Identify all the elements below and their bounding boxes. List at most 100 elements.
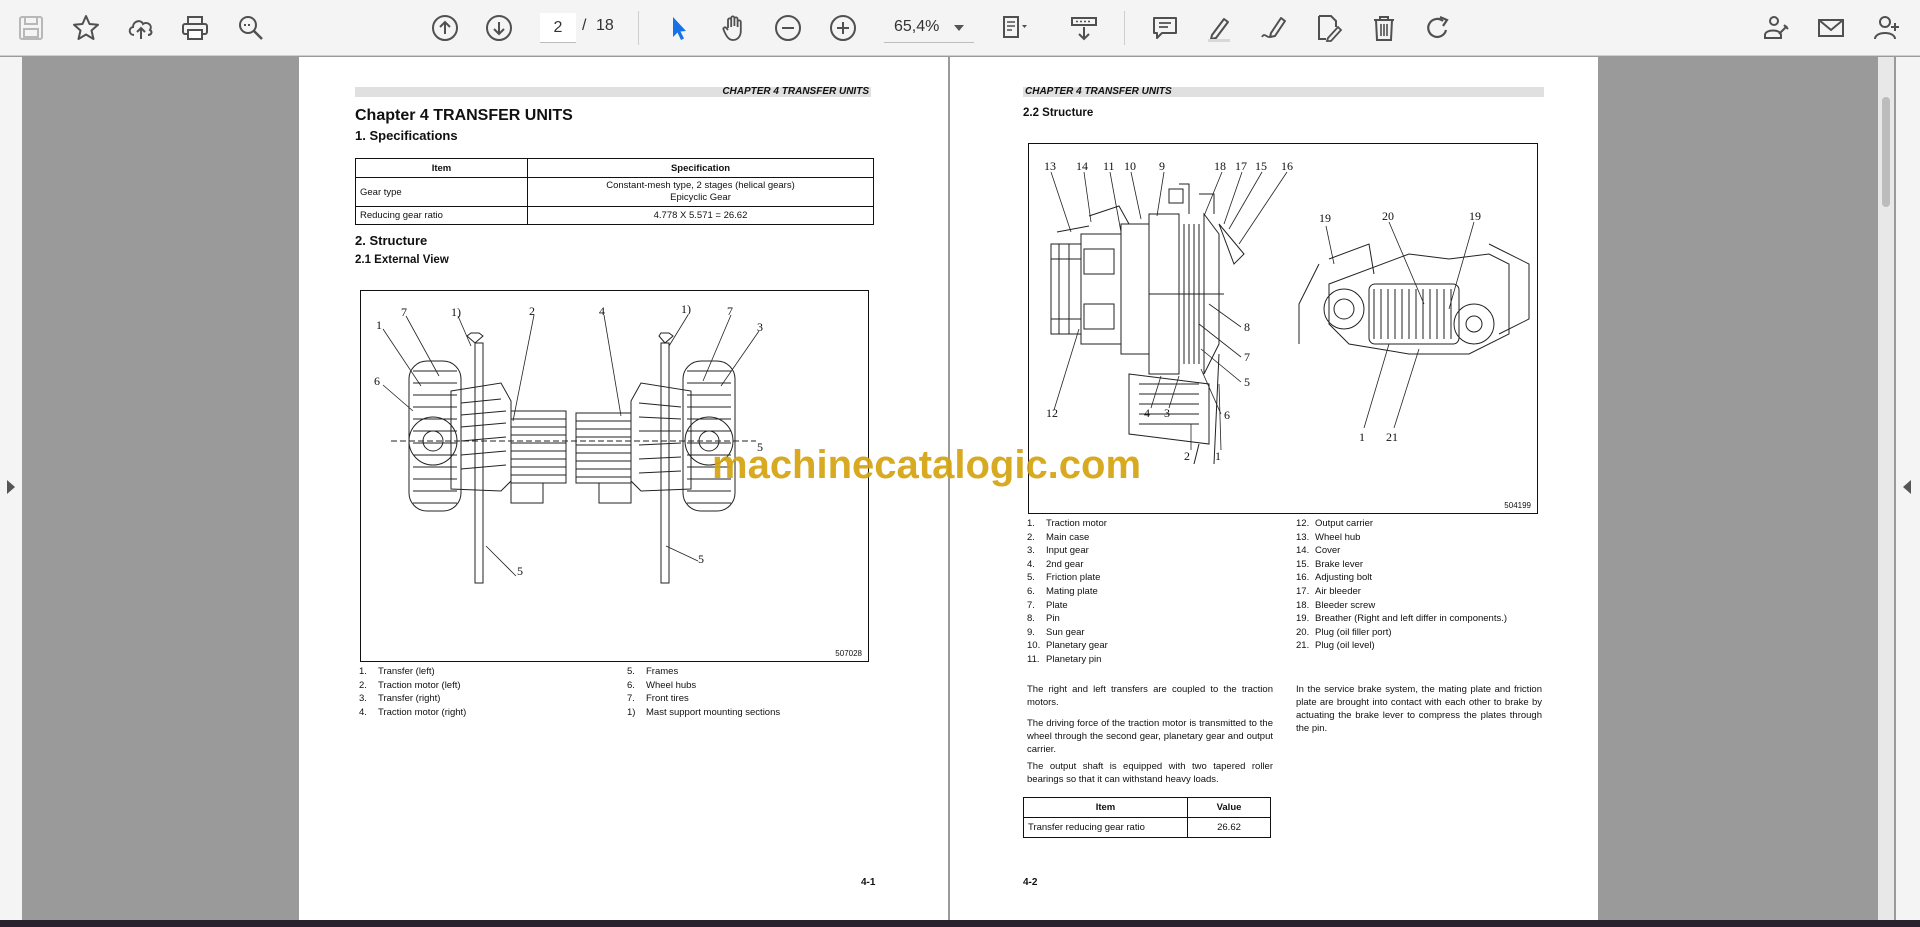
section-heading: 2. Structure: [355, 233, 428, 248]
toolbar-divider: [1124, 11, 1125, 45]
figure-legend-right: 12. Output carrier 13. Wheel hub 14. Cover …: [1296, 517, 1507, 653]
fit-page-icon[interactable]: [995, 10, 1031, 46]
zoom-out-icon[interactable]: [770, 10, 806, 46]
legend-item: 16. Adjusting bolt: [1296, 572, 1373, 584]
callout-label: 8: [1244, 320, 1250, 334]
legend-item: 2. Traction motor (left): [359, 679, 461, 691]
legend-item: 5. Friction plate: [1027, 572, 1101, 584]
legend-item: 9. Sun gear: [1027, 626, 1085, 638]
callout-label: 7: [1244, 350, 1250, 364]
page-up-icon[interactable]: [427, 10, 463, 46]
table-cell: Constant-mesh type, 2 stages (helical ge…: [527, 177, 874, 207]
spec-table: Item Specification Gear type Constant-me…: [355, 158, 874, 225]
expand-right-panel-icon[interactable]: [1903, 480, 1911, 494]
page-number: 4-2: [1023, 877, 1038, 888]
legend-item: 4. 2nd gear: [1027, 558, 1084, 570]
toolbar: / 18 65,4%: [0, 0, 1920, 56]
callout-label: 7: [401, 305, 407, 319]
legend-item: 19. Breather (Right and left differ in co…: [1296, 613, 1508, 625]
watermark: machinecatalogic.com: [712, 443, 1142, 487]
comment-icon[interactable]: [1147, 10, 1183, 46]
body-paragraph: In the service brake system, the mating …: [1296, 684, 1542, 734]
page-total: 18: [596, 17, 614, 34]
callout-label: 5: [517, 564, 523, 578]
section-heading: 1. Specifications: [355, 128, 458, 143]
callout-label: 4: [599, 304, 605, 318]
rotate-icon[interactable]: [1420, 10, 1456, 46]
page-separator: /: [582, 17, 587, 34]
value-table: Item Value Transfer reducing gear ratio …: [1023, 797, 1271, 838]
figure-legend-left: 1. Transfer (left) 2. Traction motor (left…: [359, 665, 466, 719]
delete-icon[interactable]: [1366, 10, 1402, 46]
callout-label: 6: [1224, 408, 1230, 422]
scrollbar-thumb[interactable]: [1882, 97, 1890, 207]
table-cell-line: Epicyclic Gear: [670, 192, 731, 203]
zoom-in-icon[interactable]: [825, 10, 861, 46]
callout-label: 14: [1076, 159, 1088, 173]
expand-left-panel-icon[interactable]: [7, 480, 15, 494]
table-cell: Gear type: [355, 177, 528, 207]
callout-label: 19: [1469, 209, 1481, 223]
taskbar-strip: [0, 920, 1920, 927]
figure-legend-left: 1. Traction motor 2. Main case 3. Input gea…: [1027, 517, 1108, 667]
legend-item: 17. Air bleeder: [1296, 585, 1361, 597]
callout-label: 19: [1319, 211, 1331, 225]
callout-label: 2: [529, 304, 535, 318]
hand-tool-icon[interactable]: [716, 10, 752, 46]
callout-label: 2: [1184, 449, 1190, 463]
legend-item: 3. Transfer (right): [359, 693, 441, 705]
legend-item: 8. Pin: [1027, 613, 1060, 625]
legend-item: 21. Plug (oil level): [1296, 640, 1375, 652]
zoom-search-icon[interactable]: [233, 10, 269, 46]
legend-item: 4. Traction motor (right): [359, 706, 467, 718]
scroll-mode-icon[interactable]: [1066, 10, 1102, 46]
table-cell: 26.62: [1187, 817, 1271, 838]
table-row: Transfer reducing gear ratio 26.62: [1023, 817, 1271, 838]
legend-item: 15. Brake lever: [1296, 558, 1364, 570]
save-icon[interactable]: [13, 10, 49, 46]
legend-item: 3. Input gear: [1027, 545, 1089, 557]
email-icon[interactable]: [1813, 10, 1849, 46]
add-user-icon[interactable]: [1870, 10, 1906, 46]
zoom-select[interactable]: 65,4%: [884, 13, 974, 43]
highlight-icon[interactable]: [1201, 10, 1237, 46]
table-cell: Reducing gear ratio: [355, 206, 528, 225]
edit-pdf-icon[interactable]: [1310, 10, 1346, 46]
figure-id: 504199: [1504, 501, 1531, 510]
sign-icon[interactable]: [1256, 10, 1292, 46]
toolbar-divider: [638, 11, 639, 45]
page-number-input[interactable]: [540, 13, 576, 43]
callout-label: 10: [1124, 159, 1136, 173]
legend-item: 2. Main case: [1027, 531, 1090, 543]
upload-cloud-icon[interactable]: [123, 10, 159, 46]
legend-item: 20. Plug (oil filler port): [1296, 626, 1392, 638]
page-down-icon[interactable]: [481, 10, 517, 46]
callout-label: 5: [1244, 375, 1250, 389]
vertical-scrollbar[interactable]: [1878, 57, 1894, 920]
callout-label: 7: [727, 304, 733, 318]
print-icon[interactable]: [177, 10, 213, 46]
callout-label: 15: [1255, 159, 1267, 173]
legend-item: 5. Frames: [627, 666, 679, 677]
select-cursor-icon[interactable]: [661, 10, 697, 46]
legend-item: 10. Planetary gear: [1027, 640, 1108, 652]
table-row: Gear type Constant-mesh type, 2 stages (…: [355, 177, 874, 207]
body-paragraph: The driving force of the traction motor …: [1027, 718, 1273, 755]
star-icon[interactable]: [68, 10, 104, 46]
callout-label: 9: [1159, 159, 1165, 173]
body-paragraph: The right and left transfers are coupled…: [1027, 684, 1273, 708]
legend-item: 13. Wheel hub: [1296, 531, 1361, 543]
callout-label: 18: [1214, 159, 1226, 173]
share-link-icon[interactable]: [1758, 10, 1794, 46]
body-paragraph: The output shaft is equipped with two ta…: [1027, 761, 1273, 785]
callout-label: 3: [757, 320, 763, 334]
legend-item: 1) Mast support mounting sections: [627, 706, 781, 718]
legend-item: 11. Planetary pin: [1027, 653, 1102, 665]
table-row: Reducing gear ratio 4.778 X 5.571 = 26.6…: [355, 206, 874, 225]
figure-id: 507028: [835, 649, 862, 658]
document-page-4-1: CHAPTER 4 TRANSFER UNITS Chapter 4 TRANS…: [299, 57, 948, 920]
callout-label: 11: [1103, 159, 1115, 173]
callout-label: 3: [1164, 406, 1170, 420]
zoom-value: 65,4%: [894, 18, 940, 35]
table-header: Item: [355, 158, 528, 178]
